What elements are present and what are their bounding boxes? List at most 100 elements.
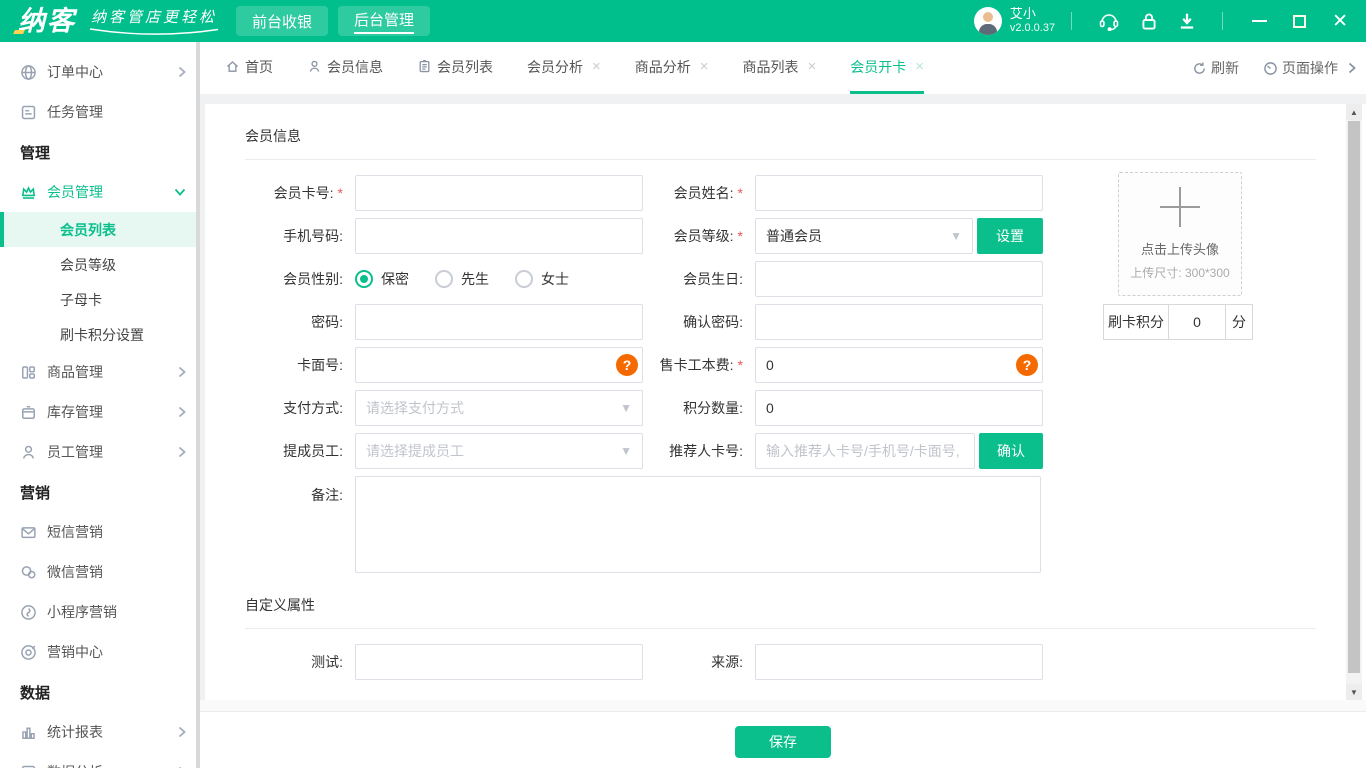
section-divider <box>245 628 1316 629</box>
source-input[interactable] <box>755 644 1043 680</box>
window-maximize-button[interactable] <box>1293 14 1307 28</box>
sidebar-section-data: 数据 <box>20 684 51 702</box>
commission-staff-select[interactable]: 请选择提成员工 ▼ <box>355 433 643 469</box>
gender-option-male[interactable]: 先生 <box>435 269 489 289</box>
member-level-select[interactable]: 普通会员 ▼ <box>755 218 973 254</box>
gender-option-female[interactable]: 女士 <box>515 269 569 289</box>
footer-divider-strip <box>200 700 1366 712</box>
swipe-points-unit: 分 <box>1225 304 1253 340</box>
sidebar-section-marketing: 营销 <box>20 484 51 502</box>
plus-icon <box>1160 187 1200 227</box>
gender-option-secret[interactable]: 保密 <box>355 269 409 289</box>
sidebar-item-goods-management[interactable]: 商品管理 <box>0 352 200 392</box>
sidebar-item-staff-management[interactable]: 员工管理 <box>0 432 200 472</box>
help-icon[interactable]: ? <box>1016 354 1038 376</box>
help-icon[interactable]: ? <box>616 354 638 376</box>
trend-chart-icon <box>21 765 36 768</box>
download-icon[interactable] <box>1178 12 1196 30</box>
remark-textarea[interactable] <box>355 476 1041 573</box>
section-divider <box>245 159 1316 160</box>
back-admin-button[interactable]: 后台管理 <box>338 6 431 36</box>
close-icon[interactable]: × <box>915 58 924 75</box>
card-no-label: 会员卡号: * <box>273 185 343 201</box>
scroll-up-button[interactable]: ▲ <box>1346 104 1362 120</box>
refresh-button[interactable]: 刷新 <box>1192 58 1239 78</box>
sidebar-item-data-analysis[interactable]: 数据分析 <box>0 752 200 768</box>
member-name-input[interactable] <box>755 175 1043 211</box>
tab-goods-list[interactable]: 商品列表 × <box>743 42 817 94</box>
referrer-input[interactable] <box>755 433 975 469</box>
sidebar-subitem-swipe-points-settings[interactable]: 刷卡积分设置 <box>0 317 200 352</box>
sidebar-item-sms-marketing[interactable]: 短信营销 <box>0 512 200 552</box>
app-header: 纳客 纳客管店更轻松 前台收银 后台管理 艾小 v2.0.0.37 ✕ <box>0 0 1366 42</box>
close-icon[interactable]: × <box>808 58 817 75</box>
card-face-input[interactable] <box>355 347 643 383</box>
section-title-custom-attrs: 自定义属性 <box>245 597 315 613</box>
payment-method-label: 支付方式: <box>283 400 343 416</box>
member-level-label: 会员等级: * <box>673 228 743 244</box>
password-label: 密码: <box>311 314 343 330</box>
referrer-label: 推荐人卡号: <box>669 443 743 459</box>
card-no-input[interactable] <box>355 175 643 211</box>
front-cashier-button[interactable]: 前台收银 <box>236 6 329 36</box>
refresh-icon <box>1194 61 1205 74</box>
payment-method-select[interactable]: 请选择支付方式 ▼ <box>355 390 643 426</box>
referrer-confirm-button[interactable]: 确认 <box>979 433 1043 469</box>
test-input[interactable] <box>355 644 643 680</box>
sidebar-item-statistics-report[interactable]: 统计报表 <box>0 712 200 752</box>
tab-member-info[interactable]: 会员信息 <box>307 42 383 94</box>
birthday-input[interactable] <box>755 261 1043 297</box>
sidebar-item-marketing-center[interactable]: 营销中心 <box>0 632 200 672</box>
card-fee-input[interactable] <box>755 347 1043 383</box>
logo-accent <box>13 29 25 34</box>
wechat-icon <box>21 565 36 578</box>
tab-member-card-open[interactable]: 会员开卡 × <box>850 42 925 94</box>
scroll-down-button[interactable]: ▼ <box>1346 684 1362 700</box>
chevron-right-icon <box>178 406 186 418</box>
tab-goods-analysis[interactable]: 商品分析 × <box>635 42 709 94</box>
chevron-right-icon <box>178 446 186 458</box>
content-scrollbar: ▲ ▼ <box>1346 104 1362 700</box>
tab-member-list[interactable]: 会员列表 <box>417 42 493 94</box>
sidebar-item-order-center[interactable]: 订单中心 <box>0 52 200 92</box>
clipboard-icon <box>419 60 430 73</box>
points-input[interactable] <box>755 390 1043 426</box>
member-card-open-panel: 会员信息 会员卡号: * 会员姓名: * 手机号码: 会员等级: * 普通会员 ▼ 设… <box>205 104 1366 700</box>
customer-service-icon[interactable] <box>1098 11 1120 31</box>
save-button[interactable]: 保存 <box>735 726 831 758</box>
level-settings-button[interactable]: 设置 <box>977 218 1043 254</box>
sidebar-item-task-management[interactable]: 任务管理 <box>0 92 200 132</box>
sidebar-subitem-member-list[interactable]: 会员列表 <box>0 212 200 247</box>
close-icon[interactable]: × <box>592 58 601 75</box>
sidebar-item-inventory-management[interactable]: 库存管理 <box>0 392 200 432</box>
sidebar-item-member-management[interactable]: 会员管理 <box>0 172 200 212</box>
password-input[interactable] <box>355 304 643 340</box>
window-close-button[interactable]: ✕ <box>1332 12 1348 31</box>
user-avatar[interactable] <box>973 7 1002 35</box>
chevron-right-icon[interactable] <box>1348 62 1356 74</box>
sidebar-item-wechat-marketing[interactable]: 微信营销 <box>0 552 200 592</box>
sidebar-scrollbar[interactable] <box>196 42 200 768</box>
tab-home[interactable]: 首页 <box>225 42 273 94</box>
page-actions-button[interactable]: 页面操作 <box>1263 58 1338 78</box>
close-icon[interactable]: × <box>700 58 709 75</box>
member-name-label: 会员姓名: * <box>673 185 743 201</box>
scrollbar-thumb[interactable] <box>1348 121 1360 673</box>
sidebar-subitem-member-level[interactable]: 会员等级 <box>0 247 200 282</box>
tab-member-analysis[interactable]: 会员分析 × <box>527 42 601 94</box>
phone-label: 手机号码: <box>283 228 343 244</box>
right-panel: 点击上传头像 上传尺寸: 300*300 刷卡积分 分 <box>1101 172 1261 340</box>
phone-input[interactable] <box>355 218 643 254</box>
swipe-points-input[interactable] <box>1168 304 1226 340</box>
confirm-password-input[interactable] <box>755 304 1043 340</box>
avatar-upload-box[interactable]: 点击上传头像 上传尺寸: 300*300 <box>1118 172 1242 296</box>
mail-icon <box>21 526 36 538</box>
radio-selected-icon <box>355 270 373 288</box>
person-icon <box>22 445 35 459</box>
sidebar-item-miniprogram-marketing[interactable]: 小程序营销 <box>0 592 200 632</box>
user-name: 艾小 <box>1009 6 1036 22</box>
sidebar-subitem-parent-child-card[interactable]: 子母卡 <box>0 282 200 317</box>
lock-icon[interactable] <box>1140 12 1158 31</box>
window-minimize-button[interactable] <box>1252 20 1268 22</box>
birthday-label: 会员生日: <box>683 271 743 287</box>
